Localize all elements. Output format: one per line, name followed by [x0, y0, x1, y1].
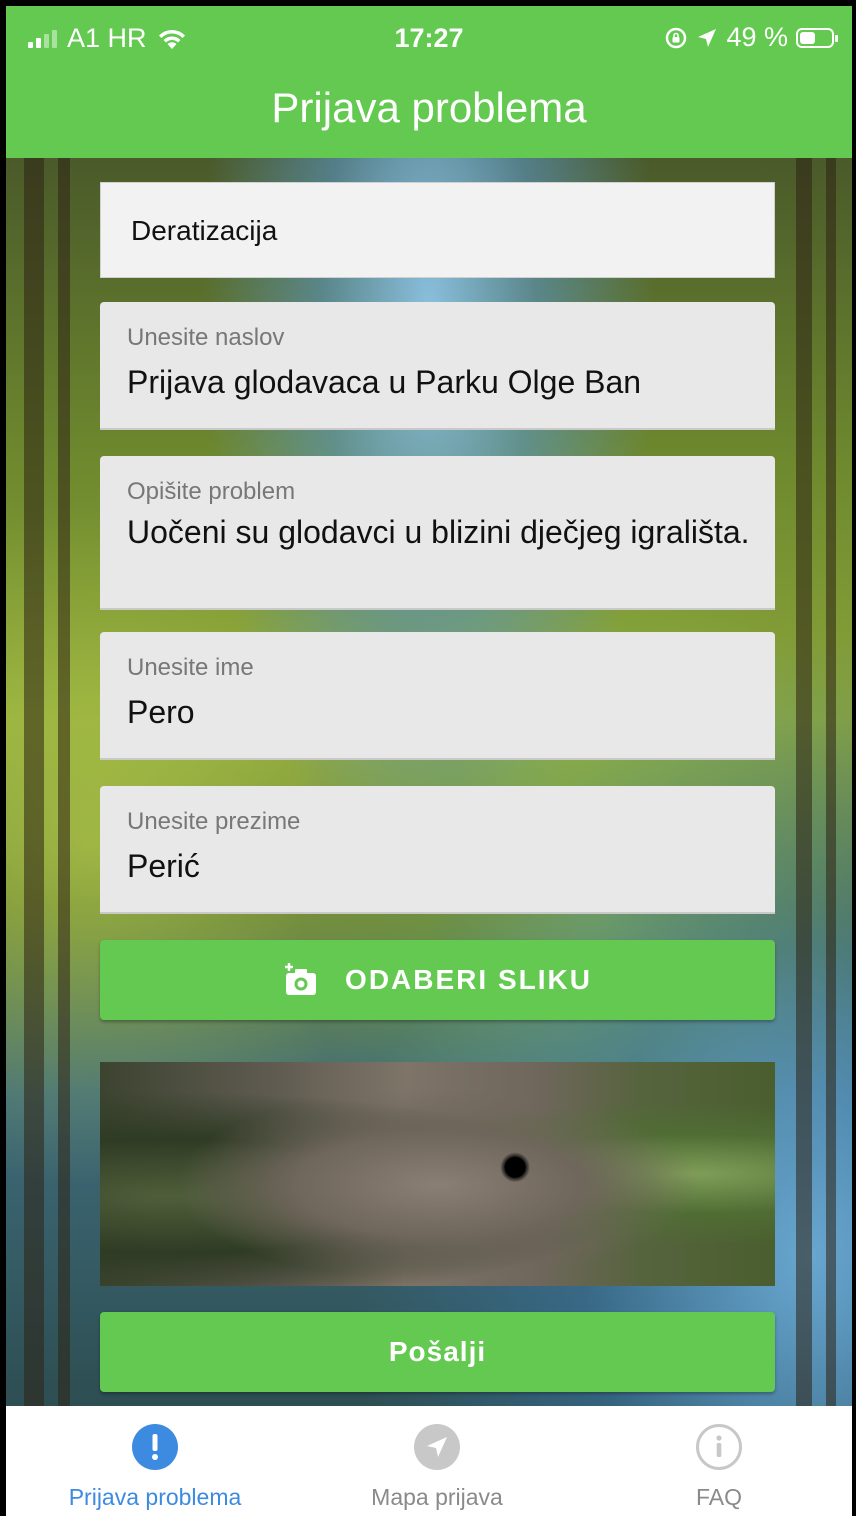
app-screen: A1 HR 17:27 49 % Prijava problema Derati…	[6, 6, 852, 1516]
background-tree	[58, 158, 70, 1406]
first-name-field-value: Pero	[127, 694, 195, 730]
description-field[interactable]: Opišite problem Uočeni su glodavci u bli…	[100, 456, 775, 610]
app-header: A1 HR 17:27 49 % Prijava problema	[6, 6, 852, 158]
form-content[interactable]: Deratizacija Unesite naslov Prijava glod…	[6, 158, 852, 1406]
background-tree	[796, 158, 812, 1406]
tab-faq[interactable]: FAQ	[578, 1406, 852, 1516]
choose-image-label: ODABERI SLIKU	[345, 964, 592, 995]
tab-mapa-prijava[interactable]: Mapa prijava	[296, 1406, 578, 1516]
tab-label: Prijava problema	[68, 1484, 242, 1510]
category-select[interactable]: Deratizacija	[100, 182, 775, 278]
submit-button[interactable]: Pošalji	[100, 1312, 775, 1392]
page-title: Prijava problema	[271, 84, 587, 131]
tab-label: Mapa prijava	[371, 1484, 503, 1510]
title-field-label: Unesite naslov	[127, 324, 285, 351]
background-tree	[826, 158, 836, 1406]
choose-image-button[interactable]: ODABERI SLIKU	[100, 940, 775, 1020]
last-name-field-value: Perić	[127, 848, 200, 884]
tab-label: FAQ	[695, 1484, 742, 1510]
navigation-arrow-icon	[414, 1424, 460, 1470]
battery-fill	[800, 31, 815, 44]
exclamation-icon	[132, 1424, 178, 1470]
title-field[interactable]: Unesite naslov Prijava glodavaca u Parku…	[100, 302, 775, 430]
add-photo-icon	[285, 963, 317, 995]
selected-image-preview	[100, 1062, 775, 1286]
tab-bar: Prijava problema Mapa prijava FAQ	[6, 1406, 852, 1516]
first-name-field[interactable]: Unesite ime Pero	[100, 632, 775, 760]
background-tree	[24, 158, 44, 1406]
first-name-field-label: Unesite ime	[127, 654, 254, 681]
last-name-field[interactable]: Unesite prezime Perić	[100, 786, 775, 914]
category-value: Deratizacija	[131, 215, 278, 246]
battery-percent: 49 %	[726, 22, 788, 52]
title-field-value: Prijava glodavaca u Parku Olge Ban	[127, 364, 642, 400]
info-icon	[696, 1424, 742, 1470]
submit-label: Pošalji	[388, 1336, 487, 1367]
tab-prijava-problema[interactable]: Prijava problema	[14, 1406, 296, 1516]
status-right: 49 %	[664, 22, 838, 53]
location-icon	[698, 28, 717, 47]
rotation-lock-icon	[666, 27, 687, 48]
last-name-field-label: Unesite prezime	[127, 808, 301, 835]
status-bar: A1 HR 17:27 49 %	[6, 6, 852, 72]
description-field-value: Uočeni su glodavci u blizini dječjeg igr…	[127, 514, 750, 550]
battery-icon	[796, 27, 838, 48]
description-field-label: Opišite problem	[127, 478, 296, 505]
